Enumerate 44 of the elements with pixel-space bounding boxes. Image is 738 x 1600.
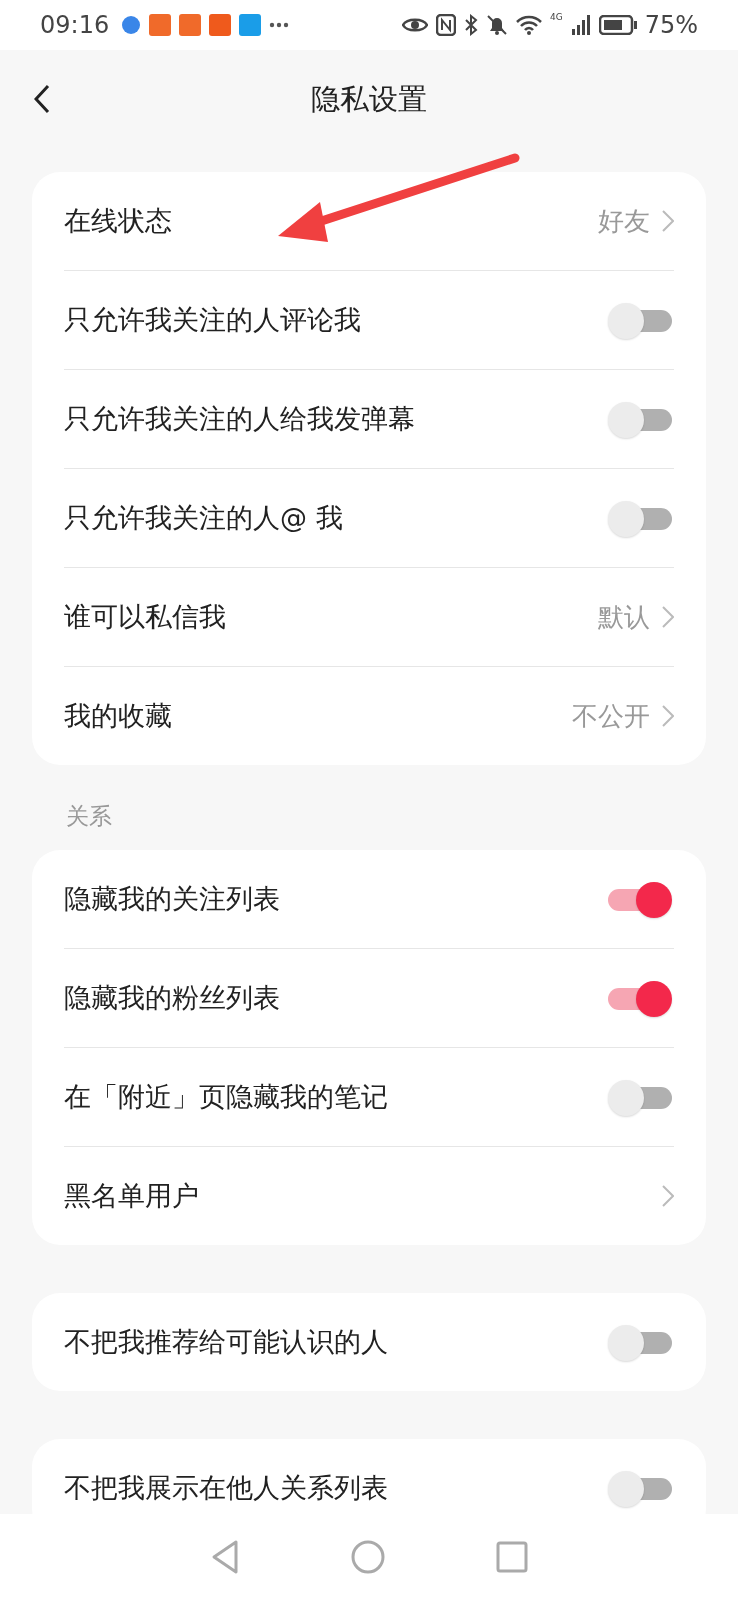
setting-label: 黑名单用户 [64,1179,200,1213]
setting-label: 在线状态 [64,204,173,238]
battery-icon [598,15,637,35]
setting-label: 只允许我关注的人@ 我 [64,501,344,535]
setting-value: 不公开 [572,699,650,733]
chevron-icon [662,1185,674,1207]
setting-label: 不把我推荐给可能认识的人 [64,1325,389,1359]
home-nav-icon[interactable] [350,1539,386,1575]
setting-label: 在「附近」页隐藏我的笔记 [64,1080,389,1114]
chevron-icon [662,210,674,232]
eye-icon [401,16,428,34]
bluetooth-icon [463,14,478,36]
chevron-icon [662,606,674,628]
setting-label: 我的收藏 [64,699,173,733]
page-title: 隐私设置 [311,81,427,118]
signal-icon [570,15,591,35]
setting-value: 默认 [598,600,650,634]
app-icon [179,14,202,36]
network-label: 4G [549,12,563,22]
setting-label: 隐藏我的关注列表 [64,882,281,916]
muted-bell-icon [485,14,508,36]
back-nav-icon[interactable] [210,1539,240,1575]
setting-value: 好友 [598,204,650,238]
setting-label: 只允许我关注的人评论我 [64,303,362,337]
setting-label: 隐藏我的粉丝列表 [64,981,281,1015]
status-time: 09:16 [40,11,110,39]
wifi-icon [515,15,542,35]
recents-nav-icon[interactable] [496,1541,528,1573]
app-icon [209,14,232,36]
more-icon [269,22,290,28]
setting-row[interactable]: 黑名单用户 [64,1147,674,1245]
setting-label: 谁可以私信我 [64,600,227,634]
back-icon[interactable] [34,84,50,114]
app-icon [239,14,262,36]
setting-row[interactable]: 谁可以私信我 默认 [64,568,674,667]
setting-label: 只允许我关注的人给我发弹幕 [64,402,416,436]
globe-icon [121,15,142,35]
setting-label: 不把我展示在他人关系列表 [64,1471,389,1505]
chevron-icon [662,705,674,727]
section-label: 关系 [65,802,113,831]
nfc-icon [435,14,456,36]
battery-percent: 75% [644,11,698,39]
app-icon [149,14,172,36]
setting-row[interactable]: 我的收藏 不公开 [64,667,674,765]
